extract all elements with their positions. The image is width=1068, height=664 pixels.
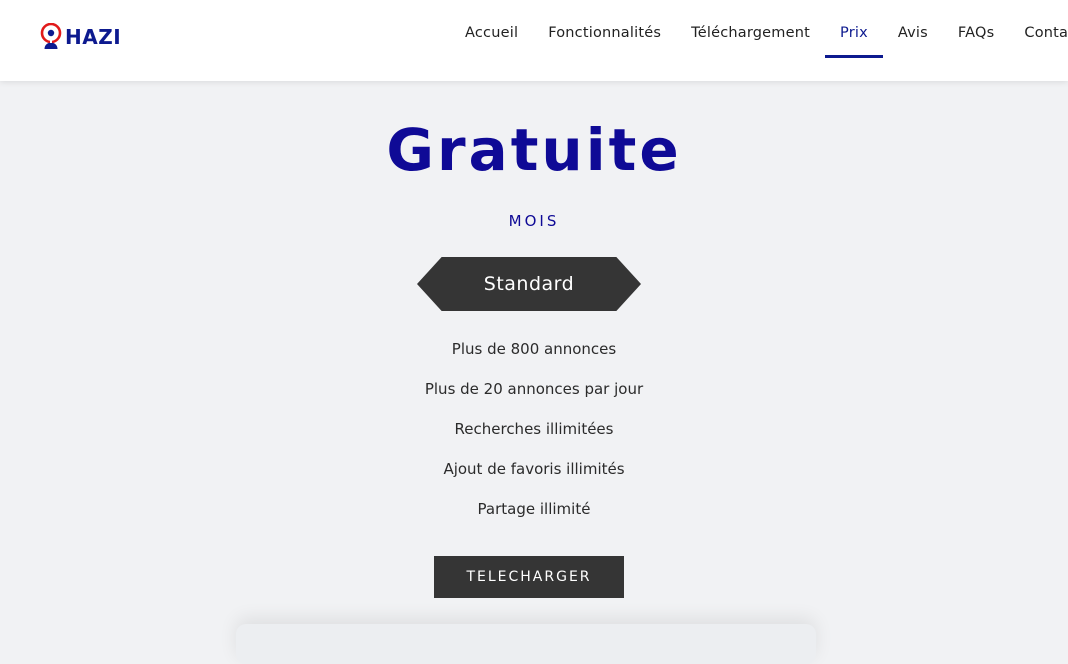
price-title: Gratuite xyxy=(386,116,682,184)
nav-item-fonctionnalites[interactable]: Fonctionnalités xyxy=(533,0,676,66)
person-pin-icon xyxy=(40,23,62,49)
brand-name: HAZI xyxy=(65,25,122,49)
nav-item-faqs[interactable]: FAQs xyxy=(943,0,1009,66)
download-button[interactable]: TELECHARGER xyxy=(434,556,624,598)
site-header: HAZI Accueil Fonctionnalités Téléchargem… xyxy=(0,0,1068,81)
plan-badge: Standard xyxy=(417,257,641,311)
main-nav: Accueil Fonctionnalités Téléchargement P… xyxy=(450,0,1068,81)
price-period: MOIS xyxy=(508,212,560,230)
feature-item: Plus de 20 annonces par jour xyxy=(424,380,644,398)
next-card xyxy=(236,624,816,664)
nav-item-avis[interactable]: Avis xyxy=(883,0,943,66)
feature-list: Plus de 800 annonces Plus de 20 annonces… xyxy=(0,337,1068,537)
nav-item-contact[interactable]: Contact xyxy=(1009,0,1068,66)
feature-item: Recherches illimitées xyxy=(454,420,614,438)
nav-item-prix[interactable]: Prix xyxy=(825,0,883,66)
logo[interactable]: HAZI xyxy=(40,23,121,51)
nav-item-telechargement[interactable]: Téléchargement xyxy=(676,0,825,66)
nav-item-accueil[interactable]: Accueil xyxy=(450,0,533,66)
feature-item: Ajout de favoris illimités xyxy=(443,460,625,478)
feature-item: Plus de 800 annonces xyxy=(451,340,617,358)
feature-item: Partage illimité xyxy=(477,500,591,518)
